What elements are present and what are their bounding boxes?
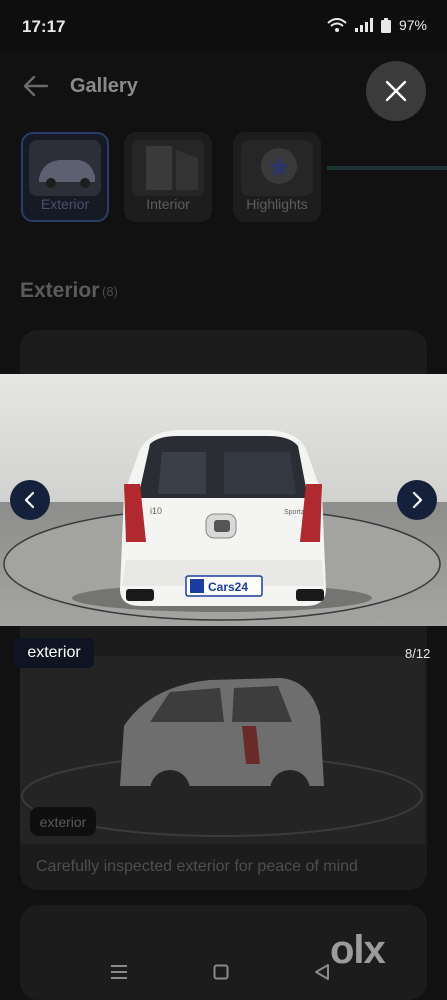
model-badge: i10 xyxy=(150,506,162,516)
car-door-icon xyxy=(146,146,198,190)
battery-icon xyxy=(380,17,391,33)
back-triangle-icon[interactable] xyxy=(314,963,330,981)
close-button[interactable] xyxy=(366,61,426,121)
status-time: 17:17 xyxy=(22,17,66,36)
background-card-caption: Carefully inspected exterior for peace o… xyxy=(36,858,358,875)
tab-exterior[interactable]: Exterior xyxy=(21,132,109,222)
section-count: (8) xyxy=(102,284,118,299)
olx-watermark: olx xyxy=(330,928,386,972)
close-icon xyxy=(385,80,407,102)
previous-image-button[interactable] xyxy=(10,480,50,520)
wifi-icon xyxy=(327,18,347,32)
page-title: Gallery xyxy=(70,75,138,97)
image-counter: 8/12 xyxy=(405,646,431,661)
car-thumbnail-icon xyxy=(39,160,95,188)
image-viewer[interactable]: Cars24 i10 Sportz xyxy=(0,374,447,626)
battery-level: 97% xyxy=(398,17,427,33)
highlights-thumbnail xyxy=(241,140,313,196)
image-category-tag: exterior xyxy=(14,638,94,668)
car-rear-photo: Cars24 i10 Sportz xyxy=(0,374,447,626)
signal-icon xyxy=(354,18,373,32)
status-icons: 97% xyxy=(327,17,427,33)
chevron-right-icon xyxy=(412,491,423,509)
exterior-thumbnail xyxy=(29,140,101,196)
star-badge-icon xyxy=(261,148,297,184)
menu-icon[interactable] xyxy=(110,964,128,980)
chevron-left-icon xyxy=(24,491,35,509)
home-square-icon[interactable] xyxy=(213,964,229,980)
tab-scroll-indicator xyxy=(327,166,447,170)
tab-exterior-label: Exterior xyxy=(40,196,90,212)
tab-highlights[interactable]: Highlights xyxy=(233,132,321,222)
next-image-button[interactable] xyxy=(397,480,437,520)
interior-thumbnail xyxy=(132,140,204,196)
background-card-tag: exterior xyxy=(30,807,96,836)
back-arrow-icon[interactable] xyxy=(22,74,50,98)
tab-highlights-label: Highlights xyxy=(246,196,308,212)
section-title: Exterior xyxy=(20,279,100,302)
tab-interior-label: Interior xyxy=(146,196,190,212)
trim-badge: Sportz xyxy=(284,509,305,516)
tab-interior[interactable]: Interior xyxy=(124,132,212,222)
plate-text: Cars24 xyxy=(208,580,248,594)
